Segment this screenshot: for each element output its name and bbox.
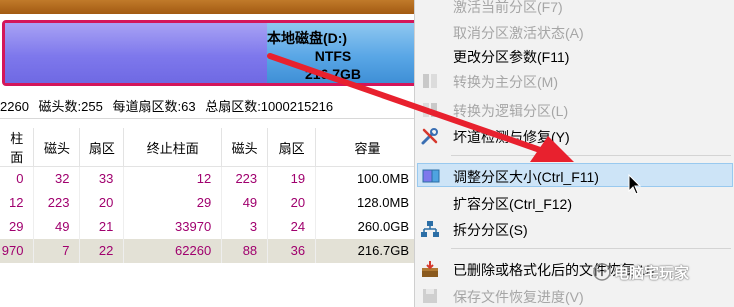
cell-end-sector: 20 bbox=[267, 190, 317, 215]
watermark: 电脑宅玩家 bbox=[592, 260, 732, 284]
cell-capacity: 216.7GB bbox=[315, 238, 420, 263]
cell-cylinder: 12 bbox=[0, 190, 35, 215]
cell-end-sector: 19 bbox=[267, 166, 317, 191]
partition-table-area: 柱面 磁头 扇区 终止柱面 磁头 扇区 容量 0 32 33 12 223 19… bbox=[0, 128, 420, 307]
cell-end-head: 3 bbox=[221, 214, 269, 239]
cell-head: 32 bbox=[33, 166, 81, 191]
table-row[interactable]: 12 223 20 29 49 20 128.0MB bbox=[0, 190, 420, 215]
partition-table: 柱面 磁头 扇区 终止柱面 磁头 扇区 容量 0 32 33 12 223 19… bbox=[0, 128, 420, 263]
cell-cylinder: 970 bbox=[0, 238, 35, 263]
save-disk-icon bbox=[420, 286, 440, 306]
table-row[interactable]: 29 49 21 33970 3 24 260.0GB bbox=[0, 214, 420, 239]
cell-sector: 20 bbox=[79, 190, 125, 215]
col-header-end-head[interactable]: 磁头 bbox=[221, 128, 269, 167]
col-header-head[interactable]: 磁头 bbox=[33, 128, 81, 167]
watermark-text: 电脑宅玩家 bbox=[614, 265, 690, 282]
menu-item-label: 拆分分区(S) bbox=[453, 222, 528, 238]
col-header-sector[interactable]: 扇区 bbox=[79, 128, 125, 167]
recovery-box-icon bbox=[420, 259, 440, 279]
cell-sector: 22 bbox=[79, 238, 125, 263]
cell-cylinder: 0 bbox=[0, 166, 35, 191]
menu-item-label: 更改分区参数(F11) bbox=[453, 49, 570, 65]
partition-size: 216.7GB bbox=[304, 66, 362, 82]
wrench-screwdriver-icon bbox=[420, 126, 440, 146]
cell-head: 223 bbox=[33, 190, 81, 215]
col-header-end-cylinder[interactable]: 终止柱面 bbox=[123, 128, 223, 167]
menu-item-cancel-activate[interactable]: 取消分区激活状态(A) bbox=[415, 20, 734, 44]
mouse-cursor-icon bbox=[628, 174, 642, 195]
menu-item-label: 保存文件恢复进度(V) bbox=[453, 289, 584, 305]
partition-filesystem: NTFS bbox=[314, 48, 352, 64]
partition-label: 本地磁盘(D:) NTFS 216.7GB bbox=[267, 29, 397, 83]
menu-item-activate-partition[interactable]: 激活当前分区(F7) bbox=[415, 0, 734, 18]
cell-capacity: 260.0GB bbox=[315, 214, 420, 239]
head-count: 磁头数:255 bbox=[38, 99, 103, 114]
menu-item-label: 转换为逻辑分区(L) bbox=[453, 103, 569, 119]
menu-item-resize-partition[interactable]: 调整分区大小(Ctrl_F11) bbox=[417, 163, 733, 187]
col-header-capacity[interactable]: 容量 bbox=[315, 128, 420, 167]
cell-sector: 33 bbox=[79, 166, 125, 191]
sectors-per-track: 每道扇区数:63 bbox=[112, 99, 196, 114]
cell-end-sector: 24 bbox=[267, 214, 317, 239]
menu-item-label: 激活当前分区(F7) bbox=[453, 0, 563, 15]
disk-map: 本地磁盘(D:) NTFS 216.7GB bbox=[0, 0, 420, 92]
cell-end-cylinder: 12 bbox=[123, 166, 223, 191]
cell-capacity: 100.0MB bbox=[315, 166, 420, 191]
menu-item-change-params[interactable]: 更改分区参数(F11) bbox=[415, 44, 734, 68]
convert-logical-icon bbox=[420, 100, 440, 120]
cell-head: 7 bbox=[33, 238, 81, 263]
cell-end-head: 88 bbox=[221, 238, 269, 263]
menu-item-split-partition[interactable]: 拆分分区(S) bbox=[415, 217, 734, 241]
cell-end-cylinder: 33970 bbox=[123, 214, 223, 239]
cell-end-head: 49 bbox=[221, 190, 269, 215]
cell-end-cylinder: 62260 bbox=[123, 238, 223, 263]
cell-sector: 21 bbox=[79, 214, 125, 239]
disk-top-bar bbox=[0, 0, 420, 14]
menu-item-label: 转换为主分区(M) bbox=[453, 74, 558, 90]
menu-separator bbox=[451, 248, 731, 249]
disk-info-line: 2260 磁头数:255 每道扇区数:63 总扇区数:1000215216 bbox=[0, 96, 420, 116]
cylinder-count: 2260 bbox=[0, 99, 29, 114]
col-header-cylinder[interactable]: 柱面 bbox=[0, 128, 35, 167]
cell-head: 49 bbox=[33, 214, 81, 239]
watermark-logo-icon bbox=[593, 263, 611, 281]
split-partition-icon bbox=[420, 219, 440, 239]
menu-item-bad-sector-repair[interactable]: 坏道检测与修复(Y) bbox=[415, 124, 734, 148]
cell-end-head: 223 bbox=[221, 166, 269, 191]
resize-partition-icon bbox=[421, 166, 441, 186]
menu-item-convert-logical[interactable]: 转换为逻辑分区(L) bbox=[415, 98, 734, 122]
table-row[interactable]: 0 32 33 12 223 19 100.0MB bbox=[0, 166, 420, 191]
divider bbox=[0, 118, 420, 119]
partition-d-block[interactable]: 本地磁盘(D:) NTFS 216.7GB bbox=[2, 20, 418, 86]
col-header-end-sector[interactable]: 扇区 bbox=[267, 128, 317, 167]
menu-item-convert-primary[interactable]: 转换为主分区(M) bbox=[415, 69, 734, 93]
total-sectors: 总扇区数:1000215216 bbox=[205, 99, 334, 114]
menu-separator bbox=[451, 155, 731, 156]
menu-item-save-recovery-progress[interactable]: 保存文件恢复进度(V) bbox=[415, 284, 734, 307]
menu-item-extend-partition[interactable]: 扩容分区(Ctrl_F12) bbox=[415, 191, 734, 215]
cell-end-cylinder: 29 bbox=[123, 190, 223, 215]
menu-item-label: 坏道检测与修复(Y) bbox=[453, 129, 570, 145]
cell-cylinder: 29 bbox=[0, 214, 35, 239]
cell-capacity: 128.0MB bbox=[315, 190, 420, 215]
cell-end-sector: 36 bbox=[267, 238, 317, 263]
menu-item-label: 调整分区大小(Ctrl_F11) bbox=[453, 169, 599, 185]
partition-name: 本地磁盘(D:) bbox=[267, 30, 348, 46]
table-header-row: 柱面 磁头 扇区 终止柱面 磁头 扇区 容量 bbox=[0, 128, 420, 167]
menu-item-label: 扩容分区(Ctrl_F12) bbox=[453, 196, 573, 212]
table-row-selected[interactable]: 970 7 22 62260 88 36 216.7GB bbox=[0, 238, 420, 263]
convert-primary-icon bbox=[420, 71, 440, 91]
menu-item-label: 取消分区激活状态(A) bbox=[453, 25, 584, 41]
partition-used-fill bbox=[5, 23, 268, 83]
